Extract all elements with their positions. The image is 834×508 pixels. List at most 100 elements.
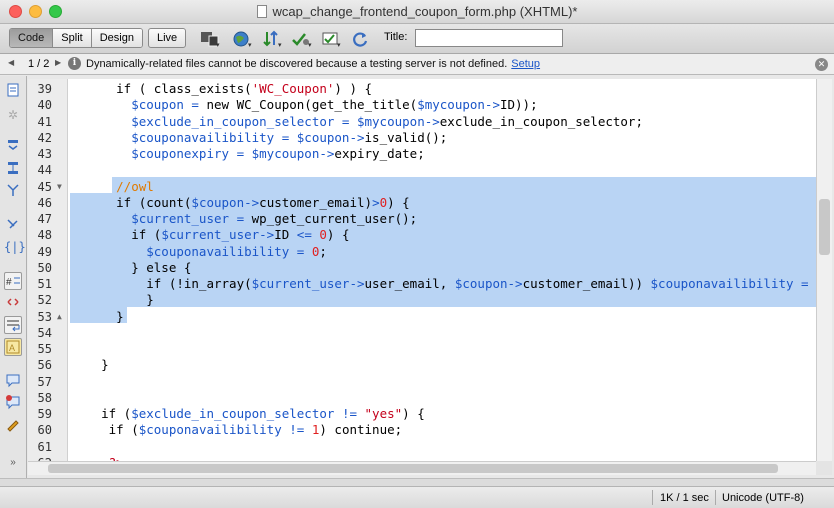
previous-arrow-icon[interactable]: ◀ bbox=[8, 58, 14, 67]
code-text: } bbox=[71, 357, 109, 373]
highlight-invalid-code-icon[interactable] bbox=[4, 294, 22, 312]
code-token: = bbox=[229, 211, 252, 226]
line-numbers-icon[interactable]: # bbox=[4, 272, 22, 290]
code-token: } bbox=[71, 308, 124, 324]
multiscreen-icon[interactable]: ▾ bbox=[199, 30, 221, 49]
title-label: Title: bbox=[384, 31, 408, 43]
code-line[interactable]: 39 if ( class_exists('WC_Coupon') ) { bbox=[28, 81, 816, 97]
live-view-button[interactable]: Live bbox=[148, 28, 187, 48]
svg-text:▾: ▾ bbox=[248, 42, 252, 48]
document-icon bbox=[256, 5, 267, 18]
code-line[interactable]: 59 if ($exclude_in_coupon_selector != "y… bbox=[28, 406, 816, 422]
gear-icon[interactable]: ✲ bbox=[4, 106, 22, 124]
code-token: //owl bbox=[71, 178, 154, 194]
code-line[interactable]: 57 bbox=[28, 374, 816, 390]
code-line[interactable]: 52 } bbox=[28, 292, 816, 308]
more-tools-chevron-icon[interactable]: » bbox=[4, 454, 22, 472]
code-token: if (count( bbox=[71, 194, 192, 210]
line-number: 53 bbox=[37, 309, 52, 324]
file-transfer-icon[interactable]: ▾ bbox=[262, 30, 284, 49]
code-line[interactable]: 44 bbox=[28, 162, 816, 178]
code-line[interactable]: 61 bbox=[28, 439, 816, 455]
line-number: 41 bbox=[37, 114, 52, 129]
code-text: if (!in_array($current_user->user_email,… bbox=[71, 276, 816, 292]
code-line[interactable]: 60 if ($couponavailibility != 1) continu… bbox=[28, 422, 816, 438]
code-fold-icon[interactable]: ▼ bbox=[57, 179, 62, 195]
code-line[interactable]: 43 $couponexpiry = $mycoupon->expiry_dat… bbox=[28, 146, 816, 162]
code-line[interactable]: 46 if (count($coupon->customer_email)>0)… bbox=[28, 195, 816, 211]
code-token: is_valid(); bbox=[364, 129, 448, 145]
select-parent-tag-icon[interactable] bbox=[4, 216, 22, 234]
code-text: $couponavailibility = $coupon->is_valid(… bbox=[71, 130, 447, 146]
code-token: > bbox=[372, 194, 380, 210]
wrap-tag-icon[interactable] bbox=[4, 416, 22, 434]
code-line[interactable]: 41 $exclude_in_coupon_selector = $mycoup… bbox=[28, 114, 816, 130]
collapse-selection-icon[interactable] bbox=[4, 160, 22, 178]
remove-comment-icon[interactable] bbox=[4, 394, 22, 412]
collapse-full-tag-icon[interactable] bbox=[4, 138, 22, 156]
design-view-button[interactable]: Design bbox=[91, 29, 142, 47]
title-input[interactable] bbox=[415, 29, 563, 47]
code-token: <= bbox=[296, 227, 312, 243]
code-token: if ( class_exists( bbox=[71, 81, 252, 96]
code-editor[interactable]: 39 if ( class_exists('WC_Coupon') ) {40 … bbox=[28, 79, 816, 461]
vertical-scroll-thumb[interactable] bbox=[819, 199, 830, 255]
code-token: 0 bbox=[319, 227, 327, 243]
visual-aids-icon[interactable]: ▾ bbox=[321, 30, 343, 49]
code-line[interactable]: 56 } bbox=[28, 357, 816, 373]
code-token: customer_email)) bbox=[522, 276, 651, 291]
next-arrow-icon[interactable]: ▶ bbox=[55, 58, 61, 67]
code-line[interactable]: 47 $current_user = wp_get_current_user()… bbox=[28, 211, 816, 227]
code-token: if (!in_array( bbox=[71, 276, 252, 291]
svg-text:▾: ▾ bbox=[278, 42, 282, 48]
close-infobar-icon[interactable]: ✕ bbox=[815, 58, 828, 71]
code-line[interactable]: 58 bbox=[28, 390, 816, 406]
setup-link[interactable]: Setup bbox=[511, 58, 540, 70]
info-message: Dynamically-related files cannot be disc… bbox=[86, 58, 508, 70]
code-token: $current_user bbox=[71, 211, 230, 226]
code-token: = bbox=[289, 243, 312, 259]
code-token: ) { bbox=[402, 406, 425, 421]
code-fold-icon[interactable]: ▲ bbox=[57, 309, 62, 325]
code-line[interactable]: 49 $couponavailibility = 0; bbox=[28, 244, 816, 260]
word-wrap-icon[interactable] bbox=[4, 316, 22, 334]
vertical-scrollbar[interactable] bbox=[816, 79, 832, 461]
split-view-button[interactable]: Split bbox=[53, 29, 92, 47]
code-token: ) ) { bbox=[334, 81, 373, 96]
scroll-corner bbox=[816, 461, 832, 475]
code-line[interactable]: 45 ▼ //owl bbox=[28, 179, 816, 195]
code-line[interactable]: 51 if (!in_array($current_user->user_ema… bbox=[28, 276, 816, 292]
horizontal-scroll-thumb[interactable] bbox=[48, 464, 778, 473]
open-documents-icon[interactable] bbox=[4, 82, 22, 100]
refresh-icon[interactable] bbox=[351, 30, 373, 48]
panel-splitter[interactable] bbox=[0, 478, 834, 486]
globe-icon[interactable]: ▾ bbox=[232, 30, 254, 49]
line-number: 43 bbox=[37, 147, 52, 161]
code-view-button[interactable]: Code bbox=[10, 29, 54, 47]
code-line[interactable]: 54 bbox=[28, 325, 816, 341]
status-bar: 1K / 1 sec Unicode (UTF-8) bbox=[0, 486, 834, 508]
coding-toolbar: ✲ {|} # A » bbox=[0, 76, 27, 486]
code-text: if ( class_exists('WC_Coupon') ) { bbox=[71, 81, 372, 97]
line-number: 45 bbox=[37, 179, 52, 194]
syntax-coloring-icon[interactable]: A bbox=[4, 338, 22, 356]
code-token: $current_user bbox=[161, 227, 260, 243]
view-switcher: Code Split Design bbox=[9, 28, 143, 48]
code-token: != bbox=[334, 406, 365, 421]
code-token: -> bbox=[244, 194, 260, 210]
code-line[interactable]: 50 } else { bbox=[28, 260, 816, 276]
validate-icon[interactable]: ▾ bbox=[291, 30, 313, 49]
code-line[interactable]: 53 ▲ } bbox=[28, 309, 816, 325]
balance-braces-icon[interactable]: {|} bbox=[4, 238, 26, 256]
code-token: = bbox=[334, 113, 357, 129]
code-line[interactable]: 42 $couponavailibility = $coupon->is_val… bbox=[28, 130, 816, 146]
line-number: 47 bbox=[37, 212, 52, 226]
code-token: -> bbox=[424, 113, 440, 129]
code-line[interactable]: 48 if ($current_user->ID <= 0) { bbox=[28, 227, 816, 243]
expand-all-icon[interactable] bbox=[4, 182, 22, 200]
horizontal-scrollbar[interactable] bbox=[28, 461, 816, 475]
code-line[interactable]: 55 bbox=[28, 341, 816, 357]
code-line[interactable]: 40 $coupon = new WC_Coupon(get_the_title… bbox=[28, 97, 816, 113]
apply-comment-icon[interactable] bbox=[4, 372, 22, 390]
code-token: $current_user bbox=[251, 276, 350, 291]
